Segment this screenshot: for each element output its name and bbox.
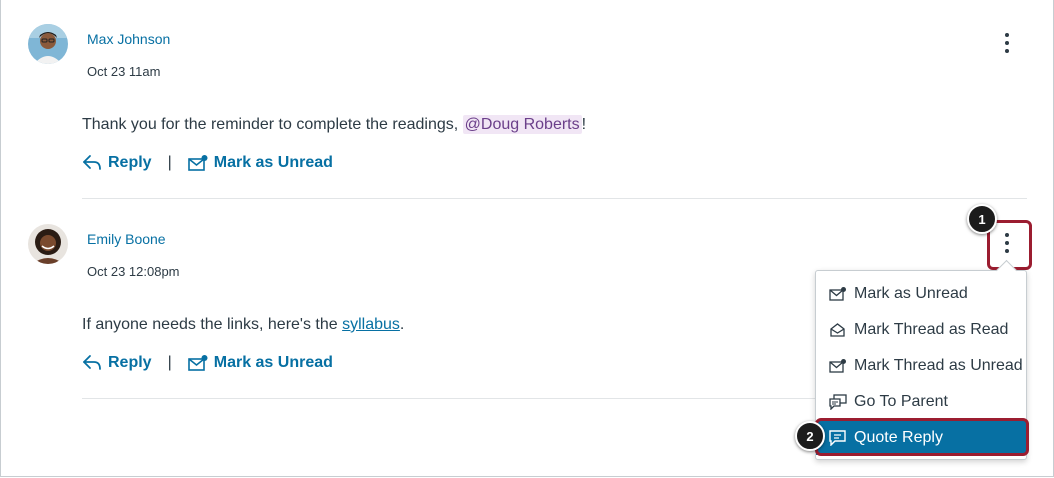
post-timestamp: Oct 23 11am — [87, 64, 161, 79]
step-callout: 2 — [795, 421, 825, 451]
author-name[interactable]: Max Johnson — [87, 31, 170, 47]
discussion-icon — [828, 392, 848, 412]
envelope-unread-icon — [828, 356, 848, 376]
menu-item-go-to-parent[interactable]: Go To Parent — [816, 385, 1026, 419]
menu-item-mark-thread-unread[interactable]: Mark Thread as Unread — [816, 349, 1026, 383]
post-timestamp: Oct 23 12:08pm — [87, 264, 180, 279]
reply-icon — [83, 355, 101, 370]
reply-label: Reply — [108, 354, 152, 371]
body-text: Thank you for the reminder to complete t… — [82, 116, 463, 133]
body-text: . — [399, 316, 405, 333]
mark-unread-button[interactable]: Mark as Unread — [187, 154, 333, 172]
menu-item-mark-thread-read[interactable]: Mark Thread as Read — [816, 313, 1026, 347]
menu-item-label: Mark as Unread — [854, 285, 968, 302]
envelope-unread-icon — [187, 355, 208, 371]
entry-actions: Reply | Mark as Unread — [82, 352, 333, 374]
envelope-open-icon — [828, 320, 848, 340]
menu-item-label: Mark Thread as Read — [854, 321, 1009, 338]
avatar[interactable] — [28, 224, 68, 264]
reply-icon — [83, 155, 101, 170]
post-body: Thank you for the reminder to complete t… — [82, 115, 587, 134]
mark-unread-button[interactable]: Mark as Unread — [187, 354, 333, 372]
mark-unread-label: Mark as Unread — [213, 354, 333, 371]
menu-item-label: Mark Thread as Unread — [854, 357, 1023, 374]
syllabus-link[interactable]: syllabus — [342, 316, 400, 333]
body-text: If anyone needs the links, here's the — [82, 316, 343, 333]
entry-actions: Reply | Mark as Unread — [82, 152, 333, 174]
entry-options-button[interactable] — [997, 28, 1017, 58]
body-text: ! — [581, 116, 587, 133]
kebab-dot — [1005, 49, 1009, 53]
reply-button[interactable]: Reply — [82, 154, 152, 172]
envelope-unread-icon — [187, 155, 208, 171]
kebab-dot — [1005, 33, 1009, 37]
post-body: If anyone needs the links, here's the sy… — [82, 316, 404, 334]
menu-item-mark-unread[interactable]: Mark as Unread — [816, 277, 1026, 311]
envelope-unread-icon — [828, 284, 848, 304]
step-callout: 1 — [967, 204, 997, 234]
quote-reply-highlight — [815, 418, 1029, 456]
kebab-dot — [1005, 41, 1009, 45]
menu-item-label: Go To Parent — [854, 393, 948, 410]
action-separator: | — [167, 354, 172, 371]
action-separator: | — [167, 154, 172, 171]
user-mention[interactable]: @Doug Roberts — [462, 115, 582, 134]
reply-label: Reply — [108, 154, 152, 171]
entry-divider — [82, 198, 1027, 199]
reply-button[interactable]: Reply — [82, 354, 152, 372]
author-name[interactable]: Emily Boone — [87, 231, 166, 247]
avatar[interactable] — [28, 24, 68, 64]
mark-unread-label: Mark as Unread — [213, 154, 333, 171]
